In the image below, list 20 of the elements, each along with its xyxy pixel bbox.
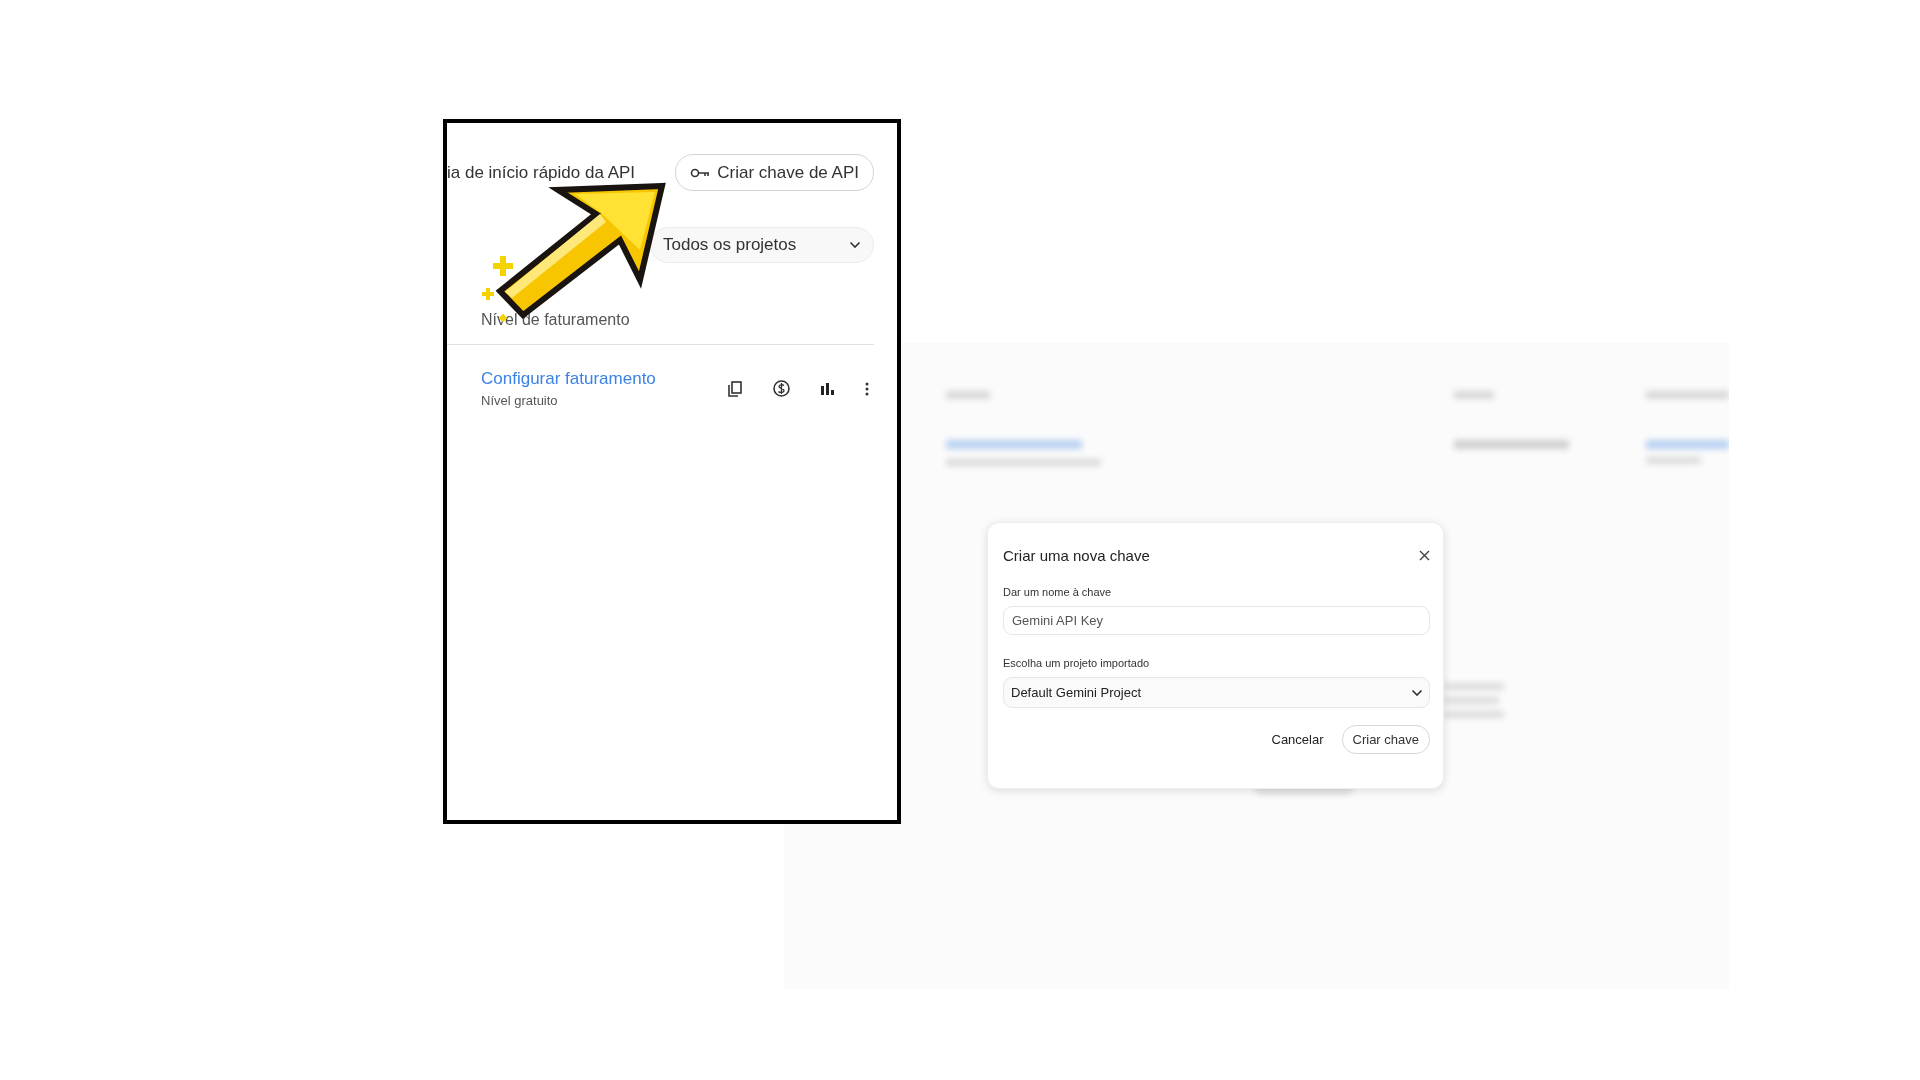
create-key-button[interactable]: Criar chave [1341,725,1430,754]
project-select[interactable]: Default Gemini Project [1003,677,1430,708]
dialog-title: Criar uma nova chave [1003,547,1150,564]
project-filter-dropdown[interactable]: Todos os projetos [650,227,874,263]
tier-text: Nível gratuito [481,393,559,408]
cancel-button[interactable]: Cancelar [1267,726,1328,753]
copy-icon[interactable] [728,380,742,397]
more-icon[interactable] [865,381,869,396]
field-label: Dar um nome à chave [1003,586,1113,598]
key-icon [690,166,711,179]
bar-chart-icon[interactable] [821,382,834,395]
breadcrumb-text: ia de início rápido da API [447,162,636,183]
create-api-key-button[interactable]: Criar chave de API [675,154,874,191]
key-name-field[interactable]: Gemini API Key [1003,606,1430,635]
chevron-down-icon [849,241,861,249]
field-label: Escolha um projeto importado [1003,657,1151,669]
chevron-down-icon [1411,688,1423,697]
billing-link[interactable]: Configurar faturamento [481,369,656,389]
dollar-icon[interactable] [773,380,790,397]
close-icon[interactable] [1419,550,1430,561]
